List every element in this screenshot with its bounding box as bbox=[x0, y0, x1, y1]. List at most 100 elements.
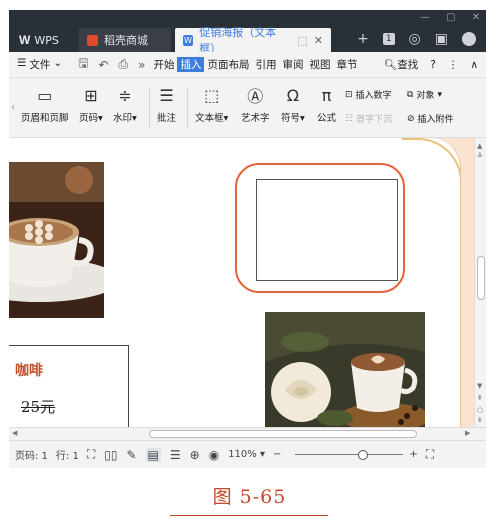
comment-button[interactable]: ☰ 批注 bbox=[157, 84, 177, 125]
scroll-up-icon[interactable]: ▲ bbox=[477, 142, 482, 150]
ribbon-divider bbox=[149, 88, 150, 128]
price-text-box[interactable]: 咖啡 25元 bbox=[9, 345, 129, 427]
menu-item-review[interactable]: 审阅 bbox=[279, 57, 306, 72]
wps-home-tab[interactable]: W WPS bbox=[15, 28, 73, 52]
close-icon[interactable]: ✕ bbox=[472, 12, 480, 26]
scroll-up-page-icon[interactable]: ≙ bbox=[477, 152, 483, 160]
watermark-button[interactable]: ≑ 水印▾ bbox=[113, 84, 137, 125]
attachment-label: 插入附件 bbox=[417, 115, 454, 125]
file-menu[interactable]: ☰ 文件 ⌄ bbox=[9, 57, 65, 72]
scroll-right-icon[interactable]: ▶ bbox=[465, 429, 470, 437]
tab-docer-store[interactable]: 稻壳商城 bbox=[79, 28, 171, 52]
save-icon[interactable]: 🖫 bbox=[78, 54, 88, 75]
menu-item-section[interactable]: 章节 bbox=[333, 57, 360, 72]
window-count-badge[interactable]: 1 bbox=[382, 33, 395, 45]
menu-item-references[interactable]: 引用 bbox=[252, 57, 279, 72]
zoom-in-button[interactable]: + bbox=[409, 449, 417, 460]
wps-logo-icon: W bbox=[19, 33, 31, 47]
coffee-latte-photo[interactable] bbox=[9, 162, 104, 318]
coffee-rose-photo[interactable] bbox=[265, 312, 425, 427]
restore-icon[interactable]: ▣ bbox=[435, 31, 448, 47]
search-label: 查找 bbox=[397, 59, 419, 71]
document-canvas: 咖啡 25元 bbox=[9, 138, 474, 427]
page-number-icon: ⊞ bbox=[84, 85, 98, 105]
insert-number-label: 插入数字 bbox=[355, 91, 392, 101]
reading-mode-icon[interactable]: ▯▯ bbox=[104, 448, 117, 462]
textbox-button[interactable]: ⬚ 文本框▾ bbox=[195, 84, 229, 125]
wordart-button[interactable]: Ⓐ 艺术字 bbox=[241, 84, 270, 124]
page-view-icon[interactable]: ▤ bbox=[145, 447, 161, 462]
outline-view-icon[interactable]: ☰ bbox=[170, 448, 181, 462]
symbol-button[interactable]: Ω 符号▾ bbox=[281, 84, 305, 125]
insert-ribbon: ‹ ▭ 页眉和页脚 ⊞ 页码▾ ≑ 水印▾ ☰ 批注 ⬚ 文本框▾ Ⓐ 艺术字 … bbox=[9, 78, 486, 138]
avatar[interactable] bbox=[462, 32, 476, 46]
collapse-ribbon-icon[interactable]: ∧ bbox=[470, 59, 478, 71]
minimize-icon[interactable]: — bbox=[420, 12, 430, 26]
page-number-label: 页码▾ bbox=[79, 113, 103, 124]
comment-label: 批注 bbox=[157, 113, 177, 124]
share-icon[interactable]: ◎ bbox=[409, 31, 421, 47]
horizontal-scrollbar[interactable]: ◀ ▶ bbox=[9, 427, 486, 440]
insert-attachment-button[interactable]: ⊘ 插入附件 bbox=[407, 112, 454, 126]
zoom-slider[interactable] bbox=[295, 449, 404, 460]
header-footer-button[interactable]: ▭ 页眉和页脚 bbox=[21, 84, 69, 125]
eye-protection-icon[interactable]: ◉ bbox=[209, 448, 219, 462]
zoom-level[interactable]: 110% ▾ bbox=[228, 449, 265, 460]
header-footer-icon: ▭ bbox=[37, 85, 53, 105]
watermark-icon: ≑ bbox=[118, 85, 132, 105]
menu-bar: ☰ 文件 ⌄ 🖫 ↶ ⎙ » 开始 插入 页面布局 引用 审阅 视图 章节 🔍︎… bbox=[9, 52, 486, 78]
text-frame[interactable] bbox=[256, 179, 398, 281]
maximize-icon[interactable]: ▢ bbox=[446, 12, 455, 26]
edit-pen-icon[interactable]: ✎ bbox=[126, 448, 136, 462]
object-button[interactable]: ⧉ 对象 ▾ bbox=[407, 88, 442, 102]
wps-window: — ▢ ✕ W WPS 稻壳商城 W 促销海报（文本框） ⬚ ✕ + 1 ◎ ▣… bbox=[9, 10, 486, 468]
pin-icon[interactable]: ⬚ bbox=[297, 34, 307, 47]
scroll-down-icon[interactable]: ▼ bbox=[477, 382, 482, 390]
select-browse-icon[interactable]: ○ bbox=[477, 406, 483, 414]
status-bar: 页码: 1 行: 1 ⛶ ▯▯ ✎ ▤ ☰ ⊕ ◉ 110% ▾ − + ⛶ bbox=[9, 440, 486, 468]
horizontal-scroll-thumb[interactable] bbox=[149, 430, 417, 438]
previous-page-icon[interactable]: ⇞ bbox=[477, 394, 483, 402]
vertical-scrollbar[interactable]: ▲ ≙ ▼ ⇞ ○ ⇟ bbox=[474, 138, 486, 427]
textbox-icon: ⬚ bbox=[204, 85, 220, 105]
zoom-slider-track bbox=[295, 453, 404, 455]
search-button[interactable]: 🔍︎查找 bbox=[384, 57, 418, 72]
zoom-out-button[interactable]: − bbox=[273, 449, 281, 460]
scroll-left-icon[interactable]: ◀ bbox=[12, 429, 17, 437]
textbox-label: 文本框▾ bbox=[195, 113, 229, 124]
file-menu-label: 文件 bbox=[29, 59, 51, 71]
menu-item-home[interactable]: 开始 bbox=[150, 57, 177, 72]
number-icon: ⊡ bbox=[345, 89, 353, 100]
web-view-icon[interactable]: ⊕ bbox=[190, 448, 200, 462]
fullscreen-icon[interactable]: ⛶ bbox=[87, 447, 95, 462]
figure-caption: 图 5-65 bbox=[212, 486, 287, 508]
undo-icon[interactable]: ↶ bbox=[98, 58, 108, 72]
zoom-slider-knob[interactable] bbox=[358, 449, 369, 460]
page-number-button[interactable]: ⊞ 页码▾ bbox=[79, 84, 103, 125]
menu-right: 🔍︎查找 ? ⋮ ∧ bbox=[384, 57, 486, 72]
ribbon-scroll-left-icon[interactable]: ‹ bbox=[11, 102, 15, 113]
menu-item-page-layout[interactable]: 页面布局 bbox=[204, 57, 252, 72]
product-price: 25元 bbox=[21, 398, 56, 416]
fit-window-icon[interactable]: ⛶ bbox=[426, 447, 434, 462]
menu-item-insert[interactable]: 插入 bbox=[177, 57, 205, 72]
print-icon[interactable]: ⎙ bbox=[119, 57, 129, 72]
close-tab-icon[interactable]: ✕ bbox=[314, 34, 323, 47]
more-commands-icon[interactable]: » bbox=[138, 58, 145, 72]
page-indicator[interactable]: 页码: 1 bbox=[15, 447, 48, 462]
vertical-scroll-thumb[interactable] bbox=[477, 256, 485, 300]
next-page-icon[interactable]: ⇟ bbox=[477, 416, 483, 424]
insert-number-button[interactable]: ⊡ 插入数字 bbox=[345, 88, 392, 102]
tab-promo-poster[interactable]: W 促销海报（文本框） ⬚ ✕ bbox=[175, 26, 331, 55]
window-controls: — ▢ ✕ bbox=[420, 12, 480, 26]
comment-icon: ☰ bbox=[159, 85, 174, 105]
new-tab-button[interactable]: + bbox=[357, 31, 369, 47]
drop-cap-button: ☷ 首字下沉 bbox=[345, 112, 392, 126]
formula-button[interactable]: π 公式 bbox=[317, 84, 336, 125]
more-icon[interactable]: ⋮ bbox=[448, 59, 459, 71]
menu-item-view[interactable]: 视图 bbox=[306, 57, 333, 72]
chevron-down-icon: ▾ bbox=[437, 89, 442, 100]
help-icon[interactable]: ? bbox=[430, 59, 436, 71]
object-icon: ⧉ bbox=[407, 89, 414, 100]
line-indicator[interactable]: 行: 1 bbox=[56, 447, 79, 462]
